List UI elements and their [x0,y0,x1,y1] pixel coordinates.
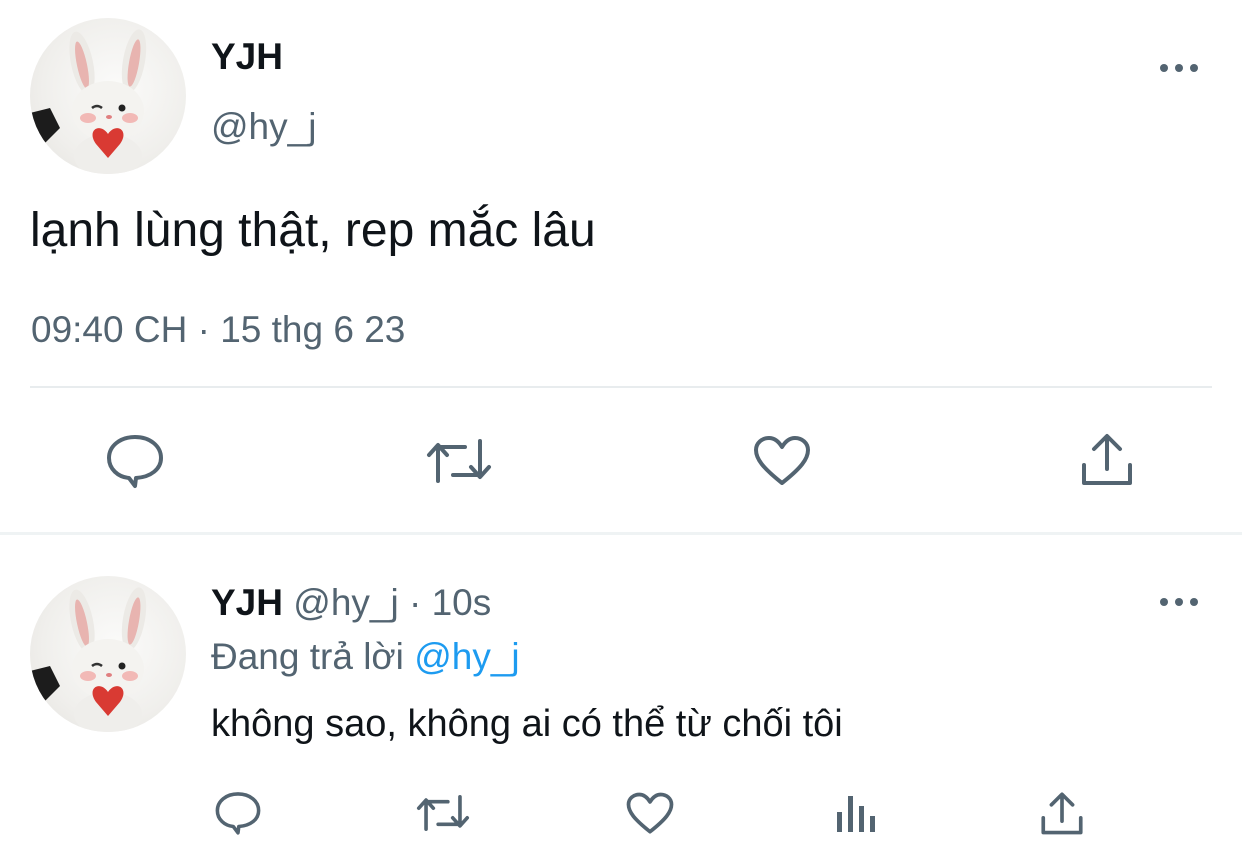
like-icon[interactable] [626,792,674,835]
author-name[interactable]: YJH [211,36,283,78]
reply-icon[interactable] [214,790,262,836]
more-options-icon[interactable] [1160,62,1200,76]
replying-to-line: Đang trả lời @hy_j [211,636,520,678]
like-icon[interactable] [753,435,811,487]
section-divider [0,532,1242,535]
divider [30,386,1212,388]
rabbit-avatar-image [30,29,147,174]
views-icon[interactable] [835,792,877,834]
retweet-icon[interactable] [415,792,471,834]
reply-author-avatar[interactable] [30,576,186,732]
rabbit-avatar-image [30,587,147,732]
retweet-icon[interactable] [425,435,493,487]
share-icon[interactable] [1080,431,1134,487]
reply-time-ago[interactable]: 10s [432,582,492,623]
author-handle[interactable]: @hy_j [211,106,316,148]
tweet-timestamp[interactable]: 09:40 CH · 15 thg 6 23 [31,309,405,351]
reply-more-options-icon[interactable] [1160,596,1200,610]
replying-to-label: Đang trả lời [211,636,404,677]
reply-author-handle[interactable]: @hy_j [293,582,398,623]
reply-author-name[interactable]: YJH [211,582,283,623]
replying-to-handle[interactable]: @hy_j [414,636,519,677]
meta-separator: · [398,582,432,623]
reply-text: không sao, không ai có thể từ chối tôi [211,703,843,745]
author-avatar[interactable] [30,18,186,174]
tweet-text: lạnh lùng thật, rep mắc lâu [30,204,596,257]
reply-icon[interactable] [105,432,165,490]
reply-meta-line: YJH @hy_j · 10s [211,582,491,624]
share-icon[interactable] [1040,790,1084,836]
